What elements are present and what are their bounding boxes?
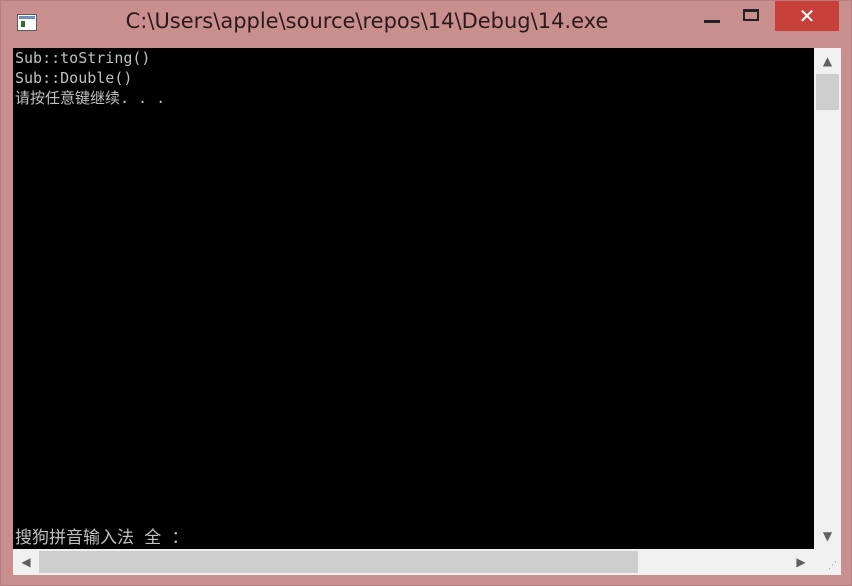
ime-status-bar: 搜狗拼音输入法 全 ： [15,528,189,548]
scroll-left-button[interactable]: ◀ [13,549,39,575]
close-button[interactable]: ✕ [775,1,839,31]
scroll-down-button[interactable]: ▼ [814,523,841,549]
console-line: 请按任意键继续. . . [15,89,166,107]
console-window: C:\Users\apple\source\repos\14\Debug\14.… [0,0,852,586]
horizontal-scroll-thumb[interactable] [39,551,638,573]
vertical-scroll-thumb[interactable] [816,74,839,110]
vertical-scrollbar[interactable]: ▲ ▼ [814,48,841,549]
chevron-left-icon: ◀ [21,555,31,569]
scroll-right-button[interactable]: ▶ [788,549,814,575]
title-bar[interactable]: C:\Users\apple\source\repos\14\Debug\14.… [1,1,851,47]
horizontal-scrollbar[interactable]: ◀ ▶ [13,549,814,575]
console-line: Sub::toString() [15,49,151,67]
console-line: Sub::Double() [15,69,133,87]
size-grip[interactable]: ⋰ [814,549,841,575]
scroll-up-button[interactable]: ▲ [814,48,841,74]
maximize-button[interactable] [733,1,769,31]
console-output[interactable]: Sub::toString() Sub::Double() 请按任意键继续. .… [13,48,814,549]
chevron-down-icon: ▼ [822,529,833,543]
chevron-up-icon: ▲ [822,54,833,68]
chevron-right-icon: ▶ [796,555,806,569]
window-title: C:\Users\apple\source\repos\14\Debug\14.… [125,9,609,33]
resize-grip-icon: ⋰ [828,561,837,571]
minimize-button[interactable] [693,1,729,31]
close-icon: ✕ [798,4,816,28]
